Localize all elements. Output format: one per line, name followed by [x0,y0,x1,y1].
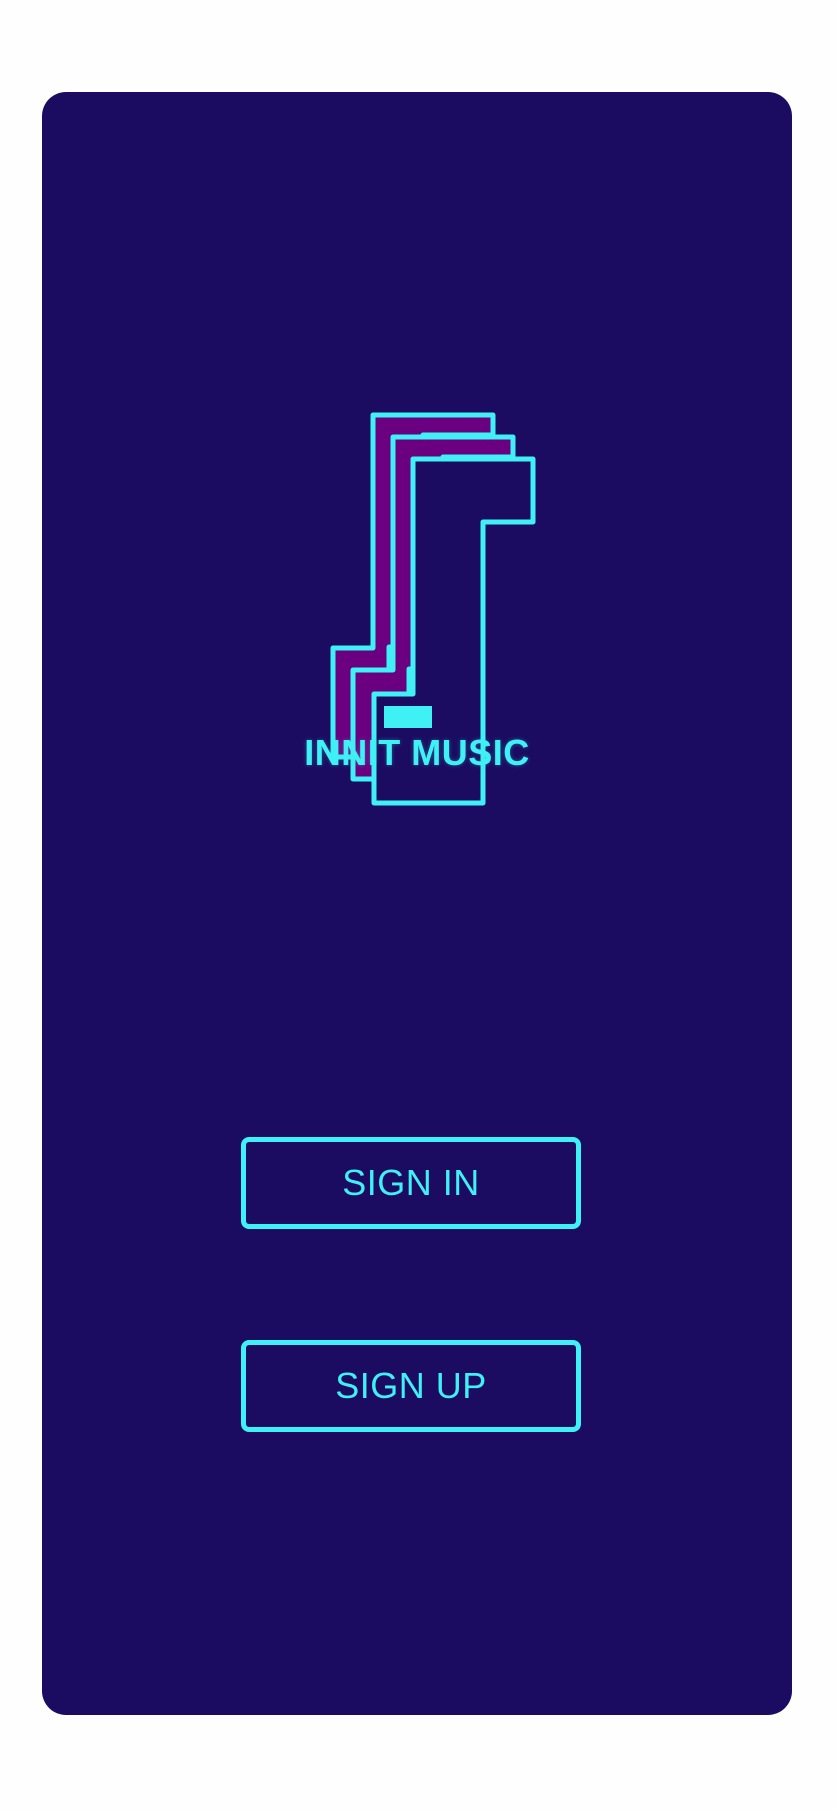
sign-in-button[interactable]: SIGN IN [241,1137,581,1229]
app-title: INNIT MUSIC [304,732,530,773]
sign-up-button[interactable]: SIGN UP [241,1340,581,1432]
welcome-card: INNIT MUSIC SIGN IN SIGN UP [42,92,792,1715]
